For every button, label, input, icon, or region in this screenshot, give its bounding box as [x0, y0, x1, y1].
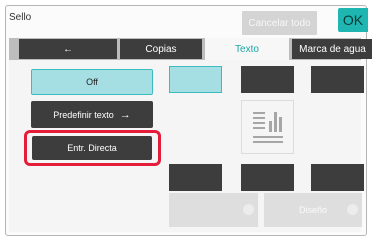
- tab-bar: ← Copias Texto Marca de agua: [9, 38, 372, 60]
- position-top-center-button[interactable]: [241, 66, 294, 93]
- back-tab[interactable]: ←: [19, 39, 117, 59]
- preset-text-label: Predefinir texto: [53, 109, 114, 120]
- layout-label: Diseño: [298, 205, 327, 215]
- back-arrow-icon: ←: [63, 43, 73, 55]
- ok-button[interactable]: OK: [338, 8, 368, 32]
- cancel-all-button[interactable]: Cancelar todo: [242, 11, 317, 35]
- position-bottom-center-button[interactable]: [241, 164, 294, 191]
- layout-button[interactable]: Diseño: [264, 193, 362, 227]
- off-button[interactable]: Off: [31, 69, 153, 95]
- dialog-title: Sello: [9, 12, 32, 23]
- tab-copias[interactable]: Copias: [120, 39, 202, 59]
- tab-marca-de-agua[interactable]: Marca de agua: [292, 39, 372, 59]
- arrow-right-icon: →: [119, 108, 131, 121]
- chevron-icon: [347, 204, 358, 215]
- chevron-icon: [243, 204, 254, 215]
- position-top-left-button[interactable]: [169, 66, 222, 93]
- position-bottom-right-button[interactable]: [311, 164, 364, 191]
- position-bottom-left-button[interactable]: [169, 164, 222, 191]
- document-preview-icon: [241, 100, 294, 154]
- stamp-dialog: Sello Cancelar todo OK ← Copias Texto Ma…: [0, 0, 372, 242]
- disabled-option-button[interactable]: [169, 193, 258, 227]
- position-top-right-button[interactable]: [311, 66, 364, 93]
- direct-entry-button[interactable]: Entr. Directa: [32, 136, 152, 160]
- tab-texto[interactable]: Texto: [205, 38, 289, 60]
- document-layout-graphic: [253, 112, 283, 143]
- preset-text-button[interactable]: Predefinir texto →: [31, 101, 153, 128]
